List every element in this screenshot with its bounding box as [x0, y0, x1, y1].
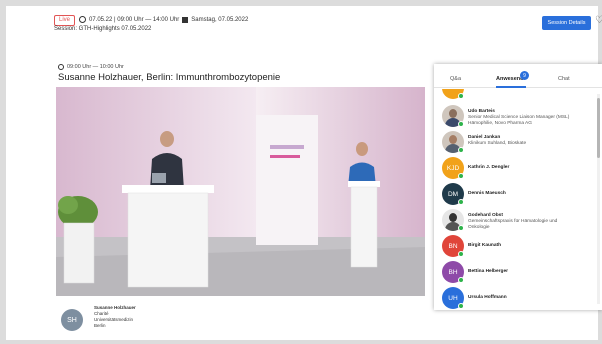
heart-icon[interactable]: ♡ [595, 16, 602, 26]
attendee-name: Dennis Maeusch [468, 191, 506, 196]
backdrop-column [256, 115, 318, 245]
app-frame: Live 07.05.22 | 09:00 Uhr — 14:00 Uhr Sa… [6, 6, 602, 340]
active-tab-indicator [496, 86, 526, 88]
event-date: Samstag, 07.05.2022 [191, 16, 249, 23]
list-item[interactable]: Daniel Jankan Klinikum Suhland, Bioskate [442, 131, 592, 155]
list-item[interactable]: Universitätsklinikum Ulm [442, 89, 592, 101]
attendee-count-badge: 9 [520, 71, 529, 80]
session-time-text: 09:00 Uhr — 10:00 Uhr [67, 64, 124, 70]
attendee-role: Universitätsklinikum Ulm [468, 89, 520, 91]
attendee-list[interactable]: Universitätsklinikum Ulm Udo Barteis Sen… [434, 89, 596, 310]
attendee-name: Kathrin J. Dengler [468, 165, 510, 170]
online-indicator [458, 173, 464, 179]
scrollbar-thumb[interactable] [597, 98, 600, 158]
online-indicator [458, 147, 464, 153]
session-label: Session: GTH-Highlights 07.05.2022 [54, 26, 152, 32]
session-time: 09:00 Uhr — 10:00 Uhr [58, 64, 124, 70]
attendee-role-2: Hämophilie, Novo Pharma AG [468, 121, 532, 126]
attendee-name: Ursula Hoffmann [468, 295, 507, 300]
attendee-role-2: Onkologie [468, 225, 490, 230]
list-item[interactable]: DM Dennis Maeusch [442, 183, 592, 207]
panel-tabs: Q&a Anwesend 9 Chat [434, 64, 602, 88]
session-title: Susanne Holzhauer, Berlin: Immunthromboz… [58, 72, 281, 83]
speaker-info: Susanne Holzhauer Charité Universitätsme… [94, 305, 136, 329]
online-indicator [458, 199, 464, 205]
session-details-button[interactable]: Session Details [542, 16, 591, 30]
attendee-role: Klinikum Suhland, Bioskate [468, 141, 527, 146]
online-indicator [458, 303, 464, 309]
clock-icon [79, 16, 86, 23]
list-item[interactable]: Udo Barteis Senior Medical Science Liais… [442, 105, 592, 129]
clock-icon [58, 64, 64, 70]
calendar-icon [182, 16, 189, 23]
online-indicator [458, 121, 464, 127]
online-indicator [458, 251, 464, 257]
speaker-affiliation-3: Berlin [94, 323, 106, 328]
online-indicator [458, 93, 464, 99]
list-item[interactable]: Godehard Obst Gemeinschaftspraxis für Hä… [442, 209, 592, 233]
event-time-range: 07.05.22 | 09:00 Uhr — 14:00 Uhr [89, 16, 180, 23]
attendee-name: Birgit Kaunath [468, 243, 502, 248]
video-player[interactable] [56, 87, 425, 296]
tab-chat[interactable]: Chat [558, 76, 570, 82]
list-item[interactable]: UH Ursula Hoffmann [442, 287, 592, 310]
list-item[interactable]: BH Bettina Helberger [442, 261, 592, 285]
video-stage [56, 87, 425, 296]
list-item[interactable]: KJD Kathrin J. Dengler [442, 157, 592, 181]
online-indicator [458, 225, 464, 231]
list-item[interactable]: BN Birgit Kaunath [442, 235, 592, 259]
side-panel: Q&a Anwesend 9 Chat Universitätsklinikum… [434, 64, 602, 310]
speaker-avatar: SH [61, 309, 83, 331]
online-indicator [458, 277, 464, 283]
tab-qa[interactable]: Q&a [450, 76, 461, 82]
attendee-name: Bettina Helberger [468, 269, 508, 274]
event-info: 07.05.22 | 09:00 Uhr — 14:00 Uhr Samstag… [79, 16, 248, 23]
live-badge: Live [54, 15, 76, 26]
